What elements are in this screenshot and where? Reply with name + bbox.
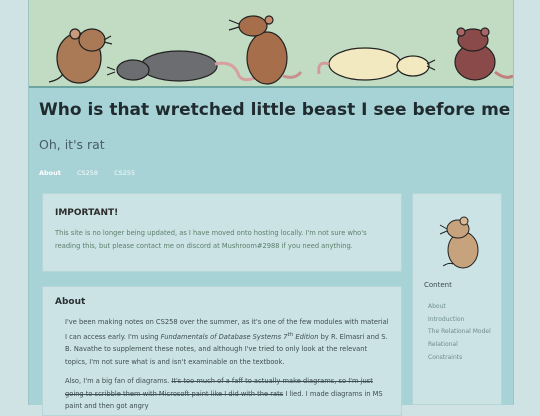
book-title: Fundamentals of Database Systems 7th Edi… xyxy=(160,332,319,341)
important-notice: IMPORTANT! This site is no longer being … xyxy=(42,193,402,272)
nav-cs258[interactable]: CS258 xyxy=(77,169,98,177)
about-section: About I've been making notes on CS258 ov… xyxy=(42,286,402,416)
site-title: Who is that wretched little beast I see … xyxy=(39,100,511,120)
rat-illustrations xyxy=(48,15,513,85)
sidebar: Content About Introduction The Relationa… xyxy=(412,193,502,405)
nav-cs255[interactable]: CS255 xyxy=(114,169,135,177)
about-body: I've been making notes on CS258 over the… xyxy=(55,316,390,413)
sidebar-menu: About Introduction The Relational Model … xyxy=(428,301,491,365)
sidebar-item-relational[interactable]: Relational xyxy=(428,339,491,352)
notice-text: This site is no longer being updated, as… xyxy=(55,229,367,250)
sidebar-item-introduction[interactable]: Introduction xyxy=(428,314,491,327)
main-nav: About CS258 CS255 xyxy=(39,169,149,181)
about-paragraph: I've been making notes on CS258 over the… xyxy=(65,316,390,368)
about-text: Also, I'm a big fan of diagrams. xyxy=(65,377,172,386)
book-name: Fundamentals of Database Systems 7 xyxy=(160,332,288,341)
sidebar-rat-image xyxy=(437,212,481,274)
about-paragraph: Also, I'm a big fan of diagrams. It's to… xyxy=(65,375,390,413)
rat-banner-image xyxy=(29,0,513,88)
notice-heading: IMPORTANT! xyxy=(55,208,119,218)
sidebar-item-about[interactable]: About xyxy=(428,301,491,314)
sidebar-heading: Content xyxy=(424,281,452,289)
sidebar-item-constraints[interactable]: Constraints xyxy=(428,352,491,365)
page-container: Who is that wretched little beast I see … xyxy=(28,0,514,416)
book-edition: Edition xyxy=(293,332,319,341)
site-subtitle: Oh, it's rat xyxy=(39,137,105,152)
about-heading: About xyxy=(55,297,86,307)
nav-about[interactable]: About xyxy=(39,169,61,177)
sidebar-item-relational-model[interactable]: The Relational Model xyxy=(428,326,491,339)
